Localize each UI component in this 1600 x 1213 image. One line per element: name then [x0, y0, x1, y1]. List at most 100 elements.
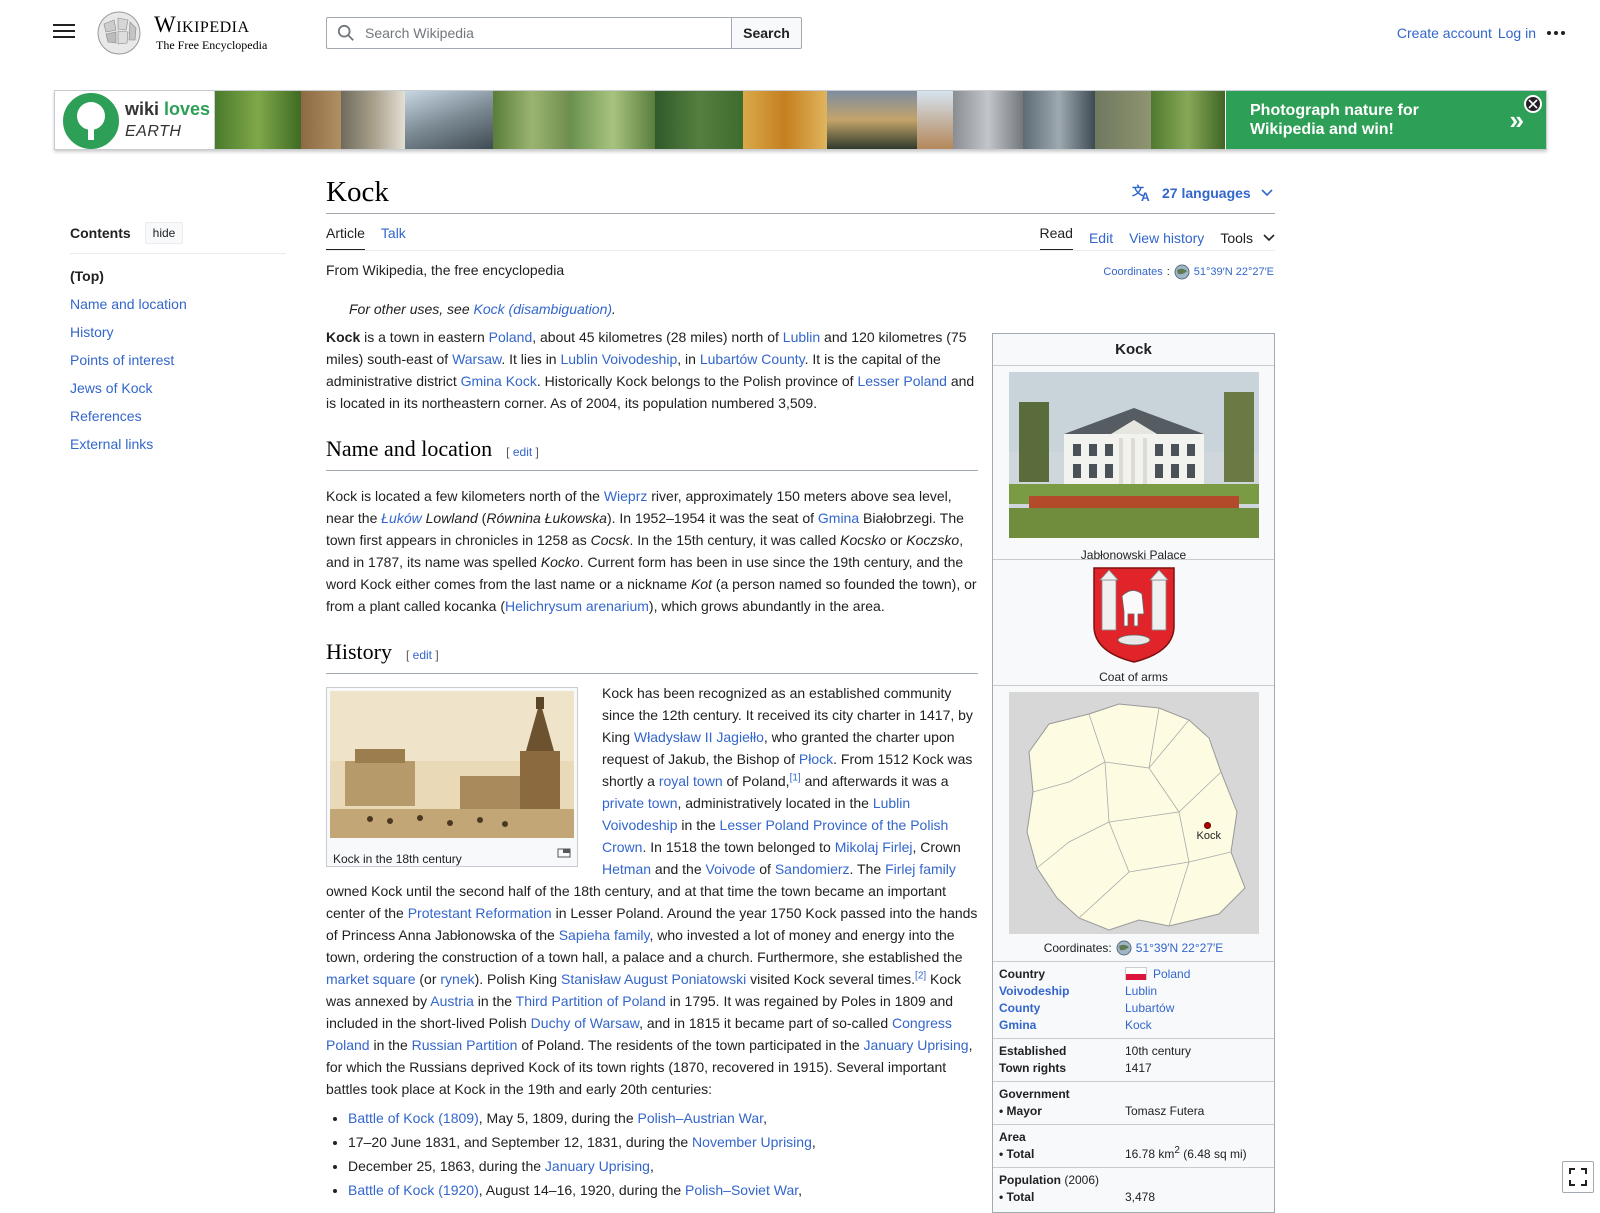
tab-article[interactable]: Article [326, 225, 365, 251]
link-firlej-family[interactable]: Firlej family [885, 861, 956, 877]
link-market-square[interactable]: market square [326, 971, 415, 987]
toc-item-jews-of-kock[interactable]: Jews of Kock [70, 376, 286, 404]
link-plock[interactable]: Płock [799, 751, 833, 767]
edit-section-link[interactable]: edit [513, 445, 532, 459]
battle-link[interactable]: Battle of Kock (1809) [348, 1110, 479, 1126]
link-austria[interactable]: Austria [430, 993, 474, 1009]
main-menu-icon[interactable] [50, 20, 78, 44]
wikipedia-wordmark[interactable]: Wikipedia The Free Encyclopedia [154, 12, 267, 52]
tab-talk[interactable]: Talk [381, 225, 406, 251]
link-wieprz[interactable]: Wieprz [604, 488, 648, 504]
more-options-icon[interactable] [1542, 24, 1570, 42]
create-account-link[interactable]: Create account [1397, 25, 1492, 41]
toc-item-points-of-interest[interactable]: Points of interest [70, 348, 286, 376]
fullscreen-icon [1569, 1168, 1587, 1186]
search-button[interactable]: Search [731, 17, 802, 49]
wiki-loves-earth-logo[interactable]: wiki loves EARTH [55, 91, 215, 149]
link-gmina[interactable]: Gmina [818, 510, 859, 526]
infobox-coordinates: Coordinates: 51°39′N 22°27′E [1043, 940, 1224, 956]
tools-label: Tools [1220, 230, 1253, 246]
enlarge-icon[interactable] [557, 848, 571, 858]
namespace-tabs: Article Talk [326, 225, 406, 251]
link-helichrysum[interactable]: Helichrysum arenarium [505, 598, 649, 614]
infobox-history-rows: Established 10th century Town rights 1417 [993, 1039, 1274, 1082]
toc-title: Contents [70, 225, 131, 241]
coordinates-value-link[interactable]: 51°39′N 22°27′E [1194, 266, 1274, 278]
jablonowski-palace-image[interactable] [1008, 372, 1259, 538]
wordmark-title: Wikipedia [154, 12, 250, 37]
link-january-uprising[interactable]: January Uprising [864, 1037, 969, 1053]
banner-cta-text: Photograph nature for Wikipedia and win! [1250, 102, 1419, 138]
link-lubartow-county[interactable]: Lubartów County [700, 351, 805, 367]
link-stanislaw[interactable]: Stanisław August Poniatowski [561, 971, 746, 987]
wikipedia-globe-logo[interactable] [94, 10, 144, 56]
disambiguation-link[interactable]: Kock (disambiguation) [474, 301, 613, 317]
toc-item-name-and-location[interactable]: Name and location [70, 292, 286, 320]
infobox-country-link[interactable]: Poland [1153, 967, 1190, 981]
infobox-row-voivodeship: Voivodeship Lublin [999, 984, 1158, 998]
link-rynek[interactable]: rynek [440, 971, 474, 987]
languages-button[interactable]: 文 A 27 languages [1132, 184, 1273, 202]
link-third-partition[interactable]: Third Partition of Poland [516, 993, 666, 1009]
banner-photo-strip[interactable] [215, 91, 1225, 149]
kock-18th-century-image[interactable] [330, 691, 574, 838]
war-link[interactable]: January Uprising [545, 1158, 650, 1174]
languages-label: 27 languages [1162, 185, 1251, 201]
section-heading-name-and-location: Name and location [ edit ] [326, 438, 978, 471]
link-lublin[interactable]: Lublin [783, 329, 820, 345]
toc-item-history[interactable]: History [70, 320, 286, 348]
search-input[interactable] [363, 22, 723, 44]
search-box [326, 17, 732, 49]
infobox-row-government: Government [999, 1087, 1070, 1101]
toc-hide-button[interactable]: hide [144, 222, 184, 244]
link-hetman[interactable]: Hetman [602, 861, 651, 877]
location-map[interactable]: Kock [1008, 692, 1259, 934]
battle-link[interactable]: Battle of Kock (1920) [348, 1182, 479, 1198]
map-marker-label: Kock [1196, 830, 1221, 842]
toc-item-external-links[interactable]: External links [70, 432, 286, 460]
tab-edit[interactable]: Edit [1089, 230, 1113, 246]
tab-view-history[interactable]: View history [1129, 230, 1204, 246]
banner-close-icon[interactable] [1524, 95, 1542, 113]
link-gmina-kock[interactable]: Gmina Kock [461, 373, 537, 389]
link-lesser-poland[interactable]: Lesser Poland [857, 373, 947, 389]
link-wladyslaw[interactable]: Władysław II Jagiełło [634, 729, 764, 745]
link-warsaw[interactable]: Warsaw [452, 351, 501, 367]
toc-item-references[interactable]: References [70, 404, 286, 432]
war-link[interactable]: November Uprising [692, 1134, 812, 1150]
link-royal-town[interactable]: royal town [659, 773, 723, 789]
link-poland[interactable]: Poland [489, 329, 533, 345]
link-lublin-voivodeship[interactable]: Lublin Voivodeship [560, 351, 677, 367]
link-duchy-of-warsaw[interactable]: Duchy of Warsaw [531, 1015, 639, 1031]
link-protestant-reformation[interactable]: Protestant Reformation [408, 905, 552, 921]
link-private-town[interactable]: private town [602, 795, 677, 811]
edit-section-link[interactable]: edit [413, 648, 432, 662]
infobox-admin-rows: Country Poland Voivodeship Lublin County Lu… [993, 962, 1274, 1039]
tab-read[interactable]: Read [1039, 225, 1073, 251]
fullscreen-toggle-button[interactable] [1562, 1161, 1594, 1193]
hatnote: For other uses, see Kock (disambiguation… [349, 301, 616, 317]
page-title: Kock [326, 176, 389, 208]
war-link[interactable]: Polish–Austrian War [638, 1110, 764, 1126]
link-voivode[interactable]: Voivode [706, 861, 756, 877]
link-sandomierz[interactable]: Sandomierz [775, 861, 850, 877]
link-russian-partition[interactable]: Russian Partition [412, 1037, 518, 1053]
coordinates-label-link[interactable]: Coordinates [1103, 266, 1162, 278]
history-thumbnail[interactable]: Kock in the 18th century [326, 687, 578, 867]
name-and-location-paragraph: Kock is located a few kilometers north o… [326, 488, 977, 614]
link-mikolaj-firlej[interactable]: Mikolaj Firlej [835, 839, 913, 855]
banner-next-arrow-icon[interactable]: » [1510, 105, 1524, 136]
banner-cta[interactable]: Photograph nature for Wikipedia and win!… [1226, 91, 1546, 149]
link-sapieha[interactable]: Sapieha family [559, 927, 650, 943]
war-link[interactable]: Polish–Soviet War [685, 1182, 798, 1198]
infobox: Kock Jabłonowski Palace Coat of arms Koc… [992, 333, 1275, 1213]
infobox-row-area: Area [999, 1130, 1026, 1144]
ref-1[interactable]: [1] [790, 772, 801, 783]
ref-2[interactable]: [2] [915, 970, 926, 981]
log-in-link[interactable]: Log in [1498, 25, 1536, 41]
link-lukow[interactable]: Łuków [381, 510, 421, 526]
coat-of-arms-image[interactable] [1092, 566, 1176, 664]
toc-item-top[interactable]: (Top) [70, 264, 286, 292]
infobox-coordinates-link[interactable]: 51°39′N 22°27′E [1136, 941, 1224, 955]
tools-menu[interactable]: Tools [1220, 230, 1275, 246]
